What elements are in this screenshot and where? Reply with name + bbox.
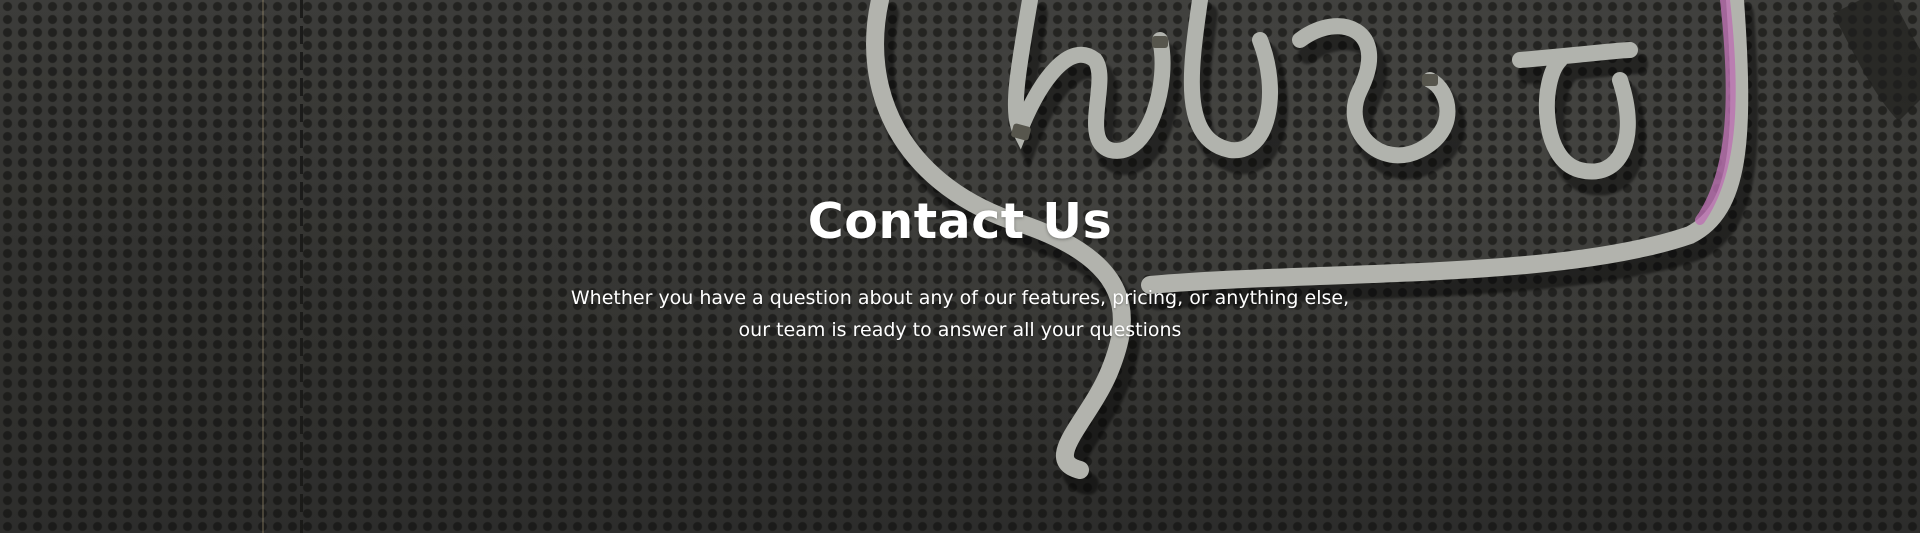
hero-content: Contact Us Whether you have a question a… <box>0 0 1920 533</box>
subtitle-line-2: our team is ready to answer all your que… <box>738 319 1182 341</box>
contact-hero-section: Contact Us Whether you have a question a… <box>0 0 1920 533</box>
page-subtitle: Whether you have a question about any of… <box>0 282 1920 346</box>
subtitle-line-1: Whether you have a question about any of… <box>570 287 1350 309</box>
page-title: Contact Us <box>807 193 1113 250</box>
